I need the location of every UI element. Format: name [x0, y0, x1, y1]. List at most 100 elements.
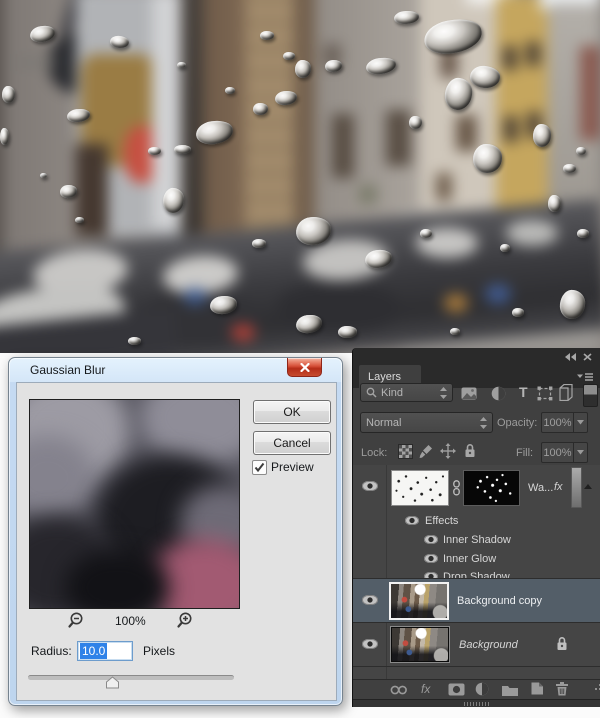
- preview-checkbox-label: Preview: [271, 460, 314, 474]
- fill-field[interactable]: 100%: [541, 442, 588, 463]
- radius-label: Radius:: [31, 644, 72, 658]
- filter-smart-objects-button[interactable]: [559, 384, 573, 404]
- layer-thumbnail[interactable]: [391, 627, 449, 662]
- radius-slider-thumb[interactable]: [105, 676, 120, 689]
- lock-all-icon[interactable]: [464, 443, 476, 461]
- ok-button[interactable]: OK: [253, 400, 331, 424]
- water-droplet: [66, 108, 90, 123]
- gaussian-blur-dialog: Gaussian Blur OK Cancel Preview: [8, 357, 343, 706]
- effect-eye-icon[interactable]: [424, 535, 438, 544]
- adjustment-icon: [491, 386, 506, 401]
- cancel-label: Cancel: [273, 436, 310, 450]
- water-droplet: [162, 187, 185, 214]
- filter-pixel-layers-button[interactable]: [461, 387, 477, 403]
- layer-mask-thumbnail[interactable]: [463, 470, 520, 506]
- layer-list: Wa... fx Effects Inner Shadow Inner Glow…: [353, 465, 600, 679]
- lock-position-move-icon[interactable]: [440, 443, 456, 462]
- water-droplet: [365, 56, 397, 76]
- radius-slider-track[interactable]: [28, 675, 234, 680]
- effect-row-inner-glow[interactable]: Inner Glow: [353, 549, 600, 568]
- water-droplet: [2, 86, 15, 103]
- visibility-eye-icon[interactable]: [362, 595, 378, 605]
- layer-mask-icon: [448, 683, 465, 696]
- panel-resize-grip[interactable]: [595, 688, 597, 690]
- layer-name: Background: [459, 639, 518, 651]
- layer-thumbnail[interactable]: [391, 470, 449, 506]
- filter-type-layers-button[interactable]: T: [519, 384, 528, 400]
- new-adjustment-layer-button[interactable]: [475, 682, 489, 699]
- filter-toggle-switch[interactable]: [583, 384, 598, 407]
- effects-header-row[interactable]: Effects: [353, 511, 600, 530]
- water-droplet: [500, 244, 510, 252]
- move-icon: [440, 443, 456, 459]
- layer-row-water-drops[interactable]: Wa... fx: [353, 465, 600, 511]
- layer-thumbnail-selected[interactable]: [389, 582, 449, 620]
- water-droplet: [195, 119, 235, 147]
- ok-label: OK: [283, 405, 300, 419]
- effect-name: Inner Glow: [443, 553, 496, 565]
- layer-lock-icon: [556, 636, 568, 651]
- zoom-in-icon: [176, 611, 194, 629]
- new-layer-button[interactable]: [529, 681, 544, 699]
- visibility-eye-icon[interactable]: [362, 639, 378, 649]
- collapse-panel-icon[interactable]: [565, 353, 577, 361]
- radius-input[interactable]: 10.0: [77, 641, 133, 661]
- smart-object-icon: [559, 384, 573, 401]
- filter-adjustment-layers-button[interactable]: [491, 386, 506, 404]
- effect-row-inner-shadow[interactable]: Inner Shadow: [353, 530, 600, 549]
- screenshot: Gaussian Blur OK Cancel Preview: [0, 0, 600, 718]
- add-layer-mask-button[interactable]: [448, 683, 465, 699]
- water-droplet: [40, 173, 47, 178]
- lock-transparency-icon[interactable]: [398, 444, 413, 459]
- preview-checkbox[interactable]: [252, 460, 267, 475]
- effect-name: Inner Shadow: [443, 534, 511, 546]
- blend-mode-value: Normal: [366, 417, 480, 429]
- chevron-down-icon: [577, 420, 584, 425]
- delete-layer-button[interactable]: [555, 681, 569, 699]
- chevron-down-icon: [577, 450, 584, 455]
- visibility-eye-icon[interactable]: [362, 481, 378, 491]
- filter-shape-layers-button[interactable]: [537, 386, 553, 404]
- water-droplet: [0, 128, 9, 145]
- opacity-field[interactable]: 100%: [541, 412, 588, 433]
- zoom-out-button[interactable]: [67, 611, 85, 629]
- close-panel-icon[interactable]: [583, 353, 592, 361]
- filter-kind-dropdown[interactable]: Kind: [360, 383, 453, 402]
- zoom-out-icon: [67, 611, 85, 629]
- mask-link-icon[interactable]: [452, 480, 461, 496]
- close-icon: [300, 363, 310, 372]
- water-droplet: [533, 124, 551, 147]
- water-droplet: [422, 15, 485, 58]
- layer-row-background[interactable]: Background: [353, 623, 600, 666]
- link-layers-button[interactable]: [389, 685, 409, 698]
- water-droplet: [394, 10, 420, 25]
- blur-preview[interactable]: [29, 399, 240, 609]
- layer-style-button[interactable]: fx: [421, 682, 430, 696]
- close-button[interactable]: [287, 358, 322, 377]
- zoom-in-button[interactable]: [176, 611, 194, 629]
- dialog-content: OK Cancel Preview 100%: [16, 382, 337, 701]
- water-droplet: [548, 195, 561, 212]
- water-droplet: [469, 65, 501, 90]
- water-droplet: [59, 184, 77, 198]
- effects-eye-icon[interactable]: [405, 516, 419, 525]
- layers-panel: Layers Kind: [352, 348, 600, 707]
- fill-label: Fill:: [516, 447, 533, 459]
- water-droplet: [148, 147, 161, 155]
- cancel-button[interactable]: Cancel: [253, 431, 331, 455]
- water-droplet: [338, 326, 357, 338]
- collapse-effects-arrow[interactable]: [584, 484, 592, 489]
- pixel-layer-icon: [461, 387, 477, 400]
- scrollbar-thumb[interactable]: [571, 467, 582, 508]
- layer-row-background-copy[interactable]: Background copy: [353, 579, 600, 622]
- new-group-button[interactable]: [501, 683, 519, 699]
- opacity-dropdown-arrow[interactable]: [573, 413, 587, 432]
- panel-menu-icon[interactable]: [577, 372, 594, 382]
- effect-eye-icon[interactable]: [424, 554, 438, 563]
- panel-drag-handle[interactable]: [464, 702, 490, 706]
- checkmark-icon: [253, 461, 266, 474]
- blend-mode-dropdown[interactable]: Normal: [360, 412, 493, 433]
- layer-name: Wa...: [528, 482, 553, 494]
- lock-pixels-brush-icon[interactable]: [418, 443, 434, 462]
- fill-dropdown-arrow[interactable]: [573, 443, 587, 462]
